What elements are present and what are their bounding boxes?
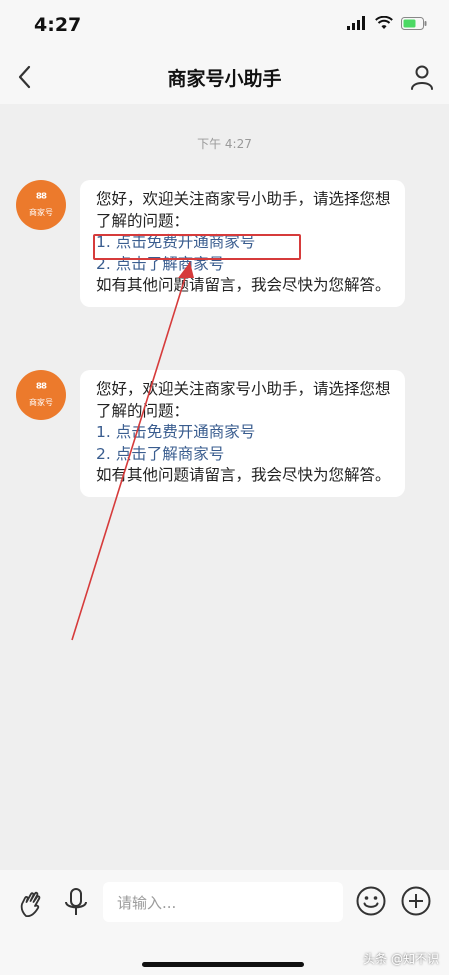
home-indicator [142,962,304,967]
nav-bar: 商家号小助手 [0,50,449,104]
page-title: 商家号小助手 [167,68,282,90]
avatar-label: 商家号 [29,208,53,217]
message-greeting: 您好，欢迎关注商家号小助手，请选择您想了解的问题： [96,380,391,420]
avatar[interactable]: ⁸⁸ 商家号 [16,180,66,230]
avatar[interactable]: ⁸⁸ 商家号 [16,370,66,420]
gesture-hand-icon[interactable] [16,886,48,918]
message-bubble: 您好，欢迎关注商家号小助手，请选择您想了解的问题： 1. 点击免费开通商家号 2… [80,370,405,497]
message-closing: 如有其他问题请留言，我会尽快为您解答。 [96,276,391,294]
battery-icon [401,16,427,30]
chat-timestamp: 下午 4:27 [197,137,252,151]
status-bar: 4:27 [0,0,449,50]
profile-icon[interactable] [407,62,437,92]
message-closing: 如有其他问题请留言，我会尽快为您解答。 [96,466,391,484]
status-icons [347,16,427,30]
annotation-highlight-box [93,234,301,260]
option-learn-merchant-link[interactable]: 2. 点击了解商家号 [96,444,391,466]
wifi-icon [375,16,393,29]
status-time: 4:27 [34,14,82,36]
emoji-icon[interactable] [355,885,387,917]
add-icon[interactable] [400,885,432,917]
option-open-merchant-link[interactable]: 1. 点击免费开通商家号 [96,422,391,444]
avatar-logo: ⁸⁸ [35,191,47,207]
message-greeting: 您好，欢迎关注商家号小助手，请选择您想了解的问题： [96,190,391,230]
avatar-label: 商家号 [29,398,53,407]
signal-icon [347,16,365,30]
microphone-icon[interactable] [60,886,92,918]
avatar-logo: ⁸⁸ [35,381,47,397]
watermark: 头条 @知不识 [363,952,439,966]
message-input[interactable]: 请输入... [103,882,343,922]
